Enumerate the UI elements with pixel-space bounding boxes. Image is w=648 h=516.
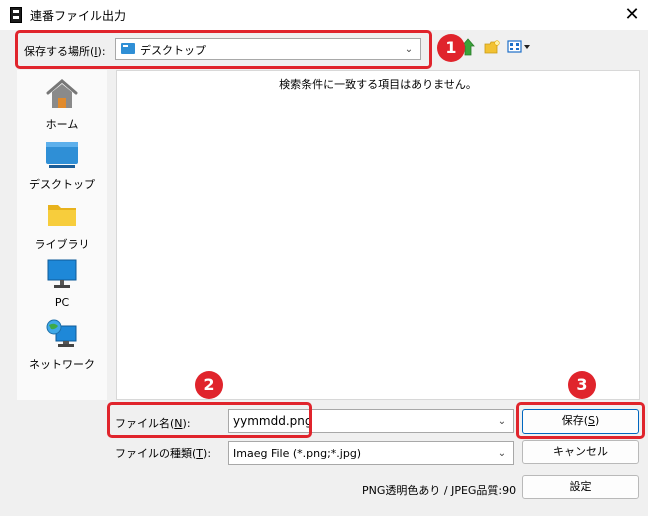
sidebar-item-label: PC [54, 296, 70, 309]
library-folder-icon [48, 205, 76, 226]
file-list-view[interactable]: 検索条件に一致する項目はありません。 [116, 70, 640, 400]
film-app-icon [10, 7, 22, 23]
annotation-badge: 1 [437, 34, 465, 62]
annotation-badge: 3 [568, 371, 596, 399]
file-type-label: ファイルの種類(T): [115, 447, 212, 460]
places-sidebar: ホーム デスクトップ ライブラリ PC ネットワーク [17, 70, 107, 400]
sidebar-item-library[interactable]: ライブラリ [17, 198, 107, 254]
annotation-highlight-save [516, 402, 645, 439]
annotation-highlight-location [15, 30, 432, 69]
annotation-badge: 2 [195, 371, 223, 399]
settings-button[interactable]: 設定 [522, 475, 639, 499]
file-type-select[interactable]: Imaeg File (*.png;*.jpg) ⌄ [228, 441, 514, 465]
sidebar-item-network[interactable]: ネットワーク [17, 318, 107, 374]
annotation-highlight-filename [107, 402, 312, 438]
sidebar-item-pc[interactable]: PC [17, 258, 107, 314]
desktop-icon [46, 142, 78, 168]
chevron-down-icon[interactable]: ⌄ [495, 415, 509, 429]
sidebar-item-label: デスクトップ [29, 178, 95, 191]
sidebar-item-label: ネットワーク [29, 358, 95, 371]
sidebar-item-home[interactable]: ホーム [17, 78, 107, 134]
chevron-down-icon[interactable]: ⌄ [495, 447, 509, 461]
new-folder-icon[interactable] [484, 40, 500, 54]
sidebar-item-label: ライブラリ [34, 238, 90, 251]
file-type-value: Imaeg File (*.png;*.jpg) [233, 447, 362, 460]
close-icon[interactable]: ✕ [620, 3, 644, 27]
pc-monitor-icon [47, 259, 77, 288]
home-icon [46, 79, 78, 108]
sidebar-item-label: ホーム [45, 118, 79, 131]
view-menu-icon[interactable] [507, 39, 531, 55]
empty-message: 検索条件に一致する項目はありません。 [279, 78, 477, 91]
window-title: 連番ファイル出力 [30, 9, 127, 23]
network-icon [46, 319, 77, 347]
title-bar: 連番ファイル出力 ✕ [0, 0, 648, 30]
sidebar-item-desktop[interactable]: デスクトップ [17, 138, 107, 194]
format-info-text: PNG透明色あり / JPEG品質:90 [362, 484, 517, 497]
cancel-button[interactable]: キャンセル [522, 440, 639, 464]
